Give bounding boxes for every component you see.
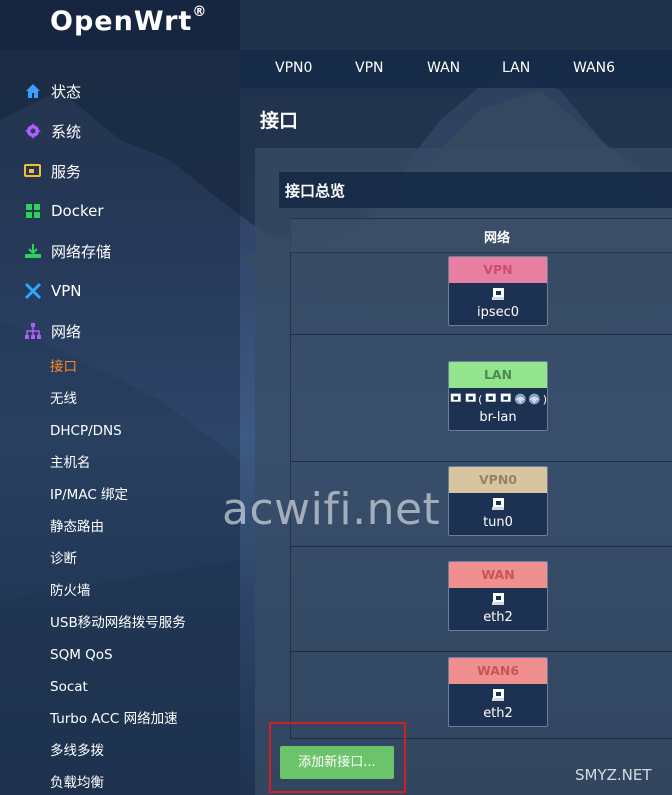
sidebar-subitem-diagnostics[interactable]: 诊断 — [50, 548, 77, 570]
sidebar-subitem-firewall[interactable]: 防火墙 — [50, 580, 91, 602]
sidebar-subitem-ip-mac-binding[interactable]: IP/MAC 绑定 — [50, 484, 128, 506]
ethernet-port-icon — [492, 288, 504, 300]
interface-badge-lan[interactable]: LAN ( ) br-lan — [448, 361, 548, 431]
device-name: eth2 — [483, 610, 513, 625]
bracket-glyph: ( — [478, 392, 483, 406]
brand-logo[interactable]: OpenWrt® — [50, 4, 207, 37]
services-icon — [24, 162, 42, 180]
ethernet-port-icon — [492, 498, 504, 510]
device-name: eth2 — [483, 706, 513, 721]
interface-badge-wan6[interactable]: WAN6 eth2 — [448, 657, 548, 727]
tab-wan[interactable]: WAN — [427, 60, 460, 76]
row-divider — [290, 546, 672, 547]
sidebar-subitem-usb-modem[interactable]: USB移动网络拨号服务 — [50, 612, 186, 634]
docker-icon — [24, 202, 42, 220]
column-header-network: 网络 — [484, 231, 511, 246]
ethernet-port-icon — [450, 393, 461, 402]
tab-wan6[interactable]: WAN6 — [573, 60, 615, 76]
corner-watermark: SMYZ.NET — [575, 766, 652, 784]
row-divider — [290, 651, 672, 652]
sidebar-item-vpn[interactable]: VPN — [24, 277, 82, 305]
sidebar-item-label: 系统 — [51, 122, 82, 141]
device-name: ipsec0 — [476, 305, 520, 320]
interface-badge-vpn0[interactable]: VPN0 tun0 — [448, 466, 548, 536]
sidebar-item-label: 状态 — [51, 82, 82, 101]
sidebar-item-label: 网络 — [51, 322, 82, 341]
interface-badge-wan[interactable]: WAN eth2 — [448, 561, 548, 631]
device-icons — [449, 283, 547, 305]
sidebar-item-label: 服务 — [51, 162, 82, 181]
bracket-glyph: ) — [542, 392, 547, 406]
tab-vpn[interactable]: VPN — [355, 60, 384, 76]
device-icons — [449, 684, 547, 706]
sidebar-item-services[interactable]: 服务 — [24, 157, 81, 185]
storage-icon — [24, 242, 42, 260]
sidebar-subitem-wireless[interactable]: 无线 — [50, 388, 77, 410]
sidebar-subitem-turbo-acc[interactable]: Turbo ACC 网络加速 — [50, 708, 178, 730]
tab-lan[interactable]: LAN — [502, 60, 530, 76]
section-title: 接口总览 — [285, 182, 346, 200]
vpn-icon — [24, 282, 42, 300]
interface-badge-vpn[interactable]: VPN ipsec0 — [448, 256, 548, 326]
device-name: tun0 — [483, 515, 513, 530]
device-icons — [449, 493, 547, 515]
row-divider — [290, 334, 672, 335]
ethernet-port-icon — [500, 393, 511, 402]
sidebar-subitem-interfaces[interactable]: 接口 — [50, 356, 77, 378]
device-icons: ( ) — [449, 388, 547, 410]
sidebar-item-status[interactable]: 状态 — [24, 77, 81, 105]
ethernet-port-icon — [486, 393, 497, 402]
wifi-icon — [514, 393, 526, 405]
network-icon — [24, 322, 42, 340]
watermark: acwifi.net — [222, 484, 441, 535]
wifi-icon — [529, 393, 540, 405]
device-name: br-lan — [479, 410, 517, 425]
interface-name: WAN — [449, 562, 547, 588]
sidebar-item-label: 网络存储 — [51, 242, 112, 261]
sidebar-item-network[interactable]: 网络 — [24, 317, 81, 345]
sidebar-subitem-hostnames[interactable]: 主机名 — [50, 452, 91, 474]
sidebar-subitem-sqm-qos[interactable]: SQM QoS — [50, 644, 113, 666]
device-icons — [449, 588, 547, 610]
sidebar-item-system[interactable]: 系统 — [24, 117, 81, 145]
home-icon — [24, 82, 42, 100]
sidebar-item-storage[interactable]: 网络存储 — [24, 237, 111, 265]
sidebar-item-label: VPN — [51, 282, 82, 300]
interface-tabs: VPN0 VPN WAN LAN WAN6 — [240, 50, 672, 88]
sidebar-subitem-static-routes[interactable]: 静态路由 — [50, 516, 104, 538]
interface-name: VPN — [449, 257, 547, 283]
sidebar-item-docker[interactable]: Docker — [24, 197, 104, 225]
ethernet-port-icon — [492, 593, 504, 605]
highlight-box — [269, 722, 406, 793]
page-title: 接口 — [260, 110, 299, 132]
gear-icon — [24, 122, 42, 140]
ethernet-port-icon — [465, 393, 476, 402]
sidebar-subitem-load-balance[interactable]: 负载均衡 — [50, 772, 104, 794]
row-divider — [290, 461, 672, 462]
tab-vpn0[interactable]: VPN0 — [275, 60, 312, 76]
interface-name: WAN6 — [449, 658, 547, 684]
ethernet-port-icon — [492, 689, 504, 701]
sidebar-subitem-dhcp-dns[interactable]: DHCP/DNS — [50, 420, 122, 442]
interface-name: LAN — [449, 362, 547, 388]
sidebar-item-label: Docker — [51, 202, 104, 220]
sidebar-subitem-socat[interactable]: Socat — [50, 676, 88, 698]
sidebar-subitem-multiwan-dial[interactable]: 多线多拨 — [50, 740, 104, 762]
table-header: 网络 — [290, 218, 672, 253]
interface-name: VPN0 — [449, 467, 547, 493]
